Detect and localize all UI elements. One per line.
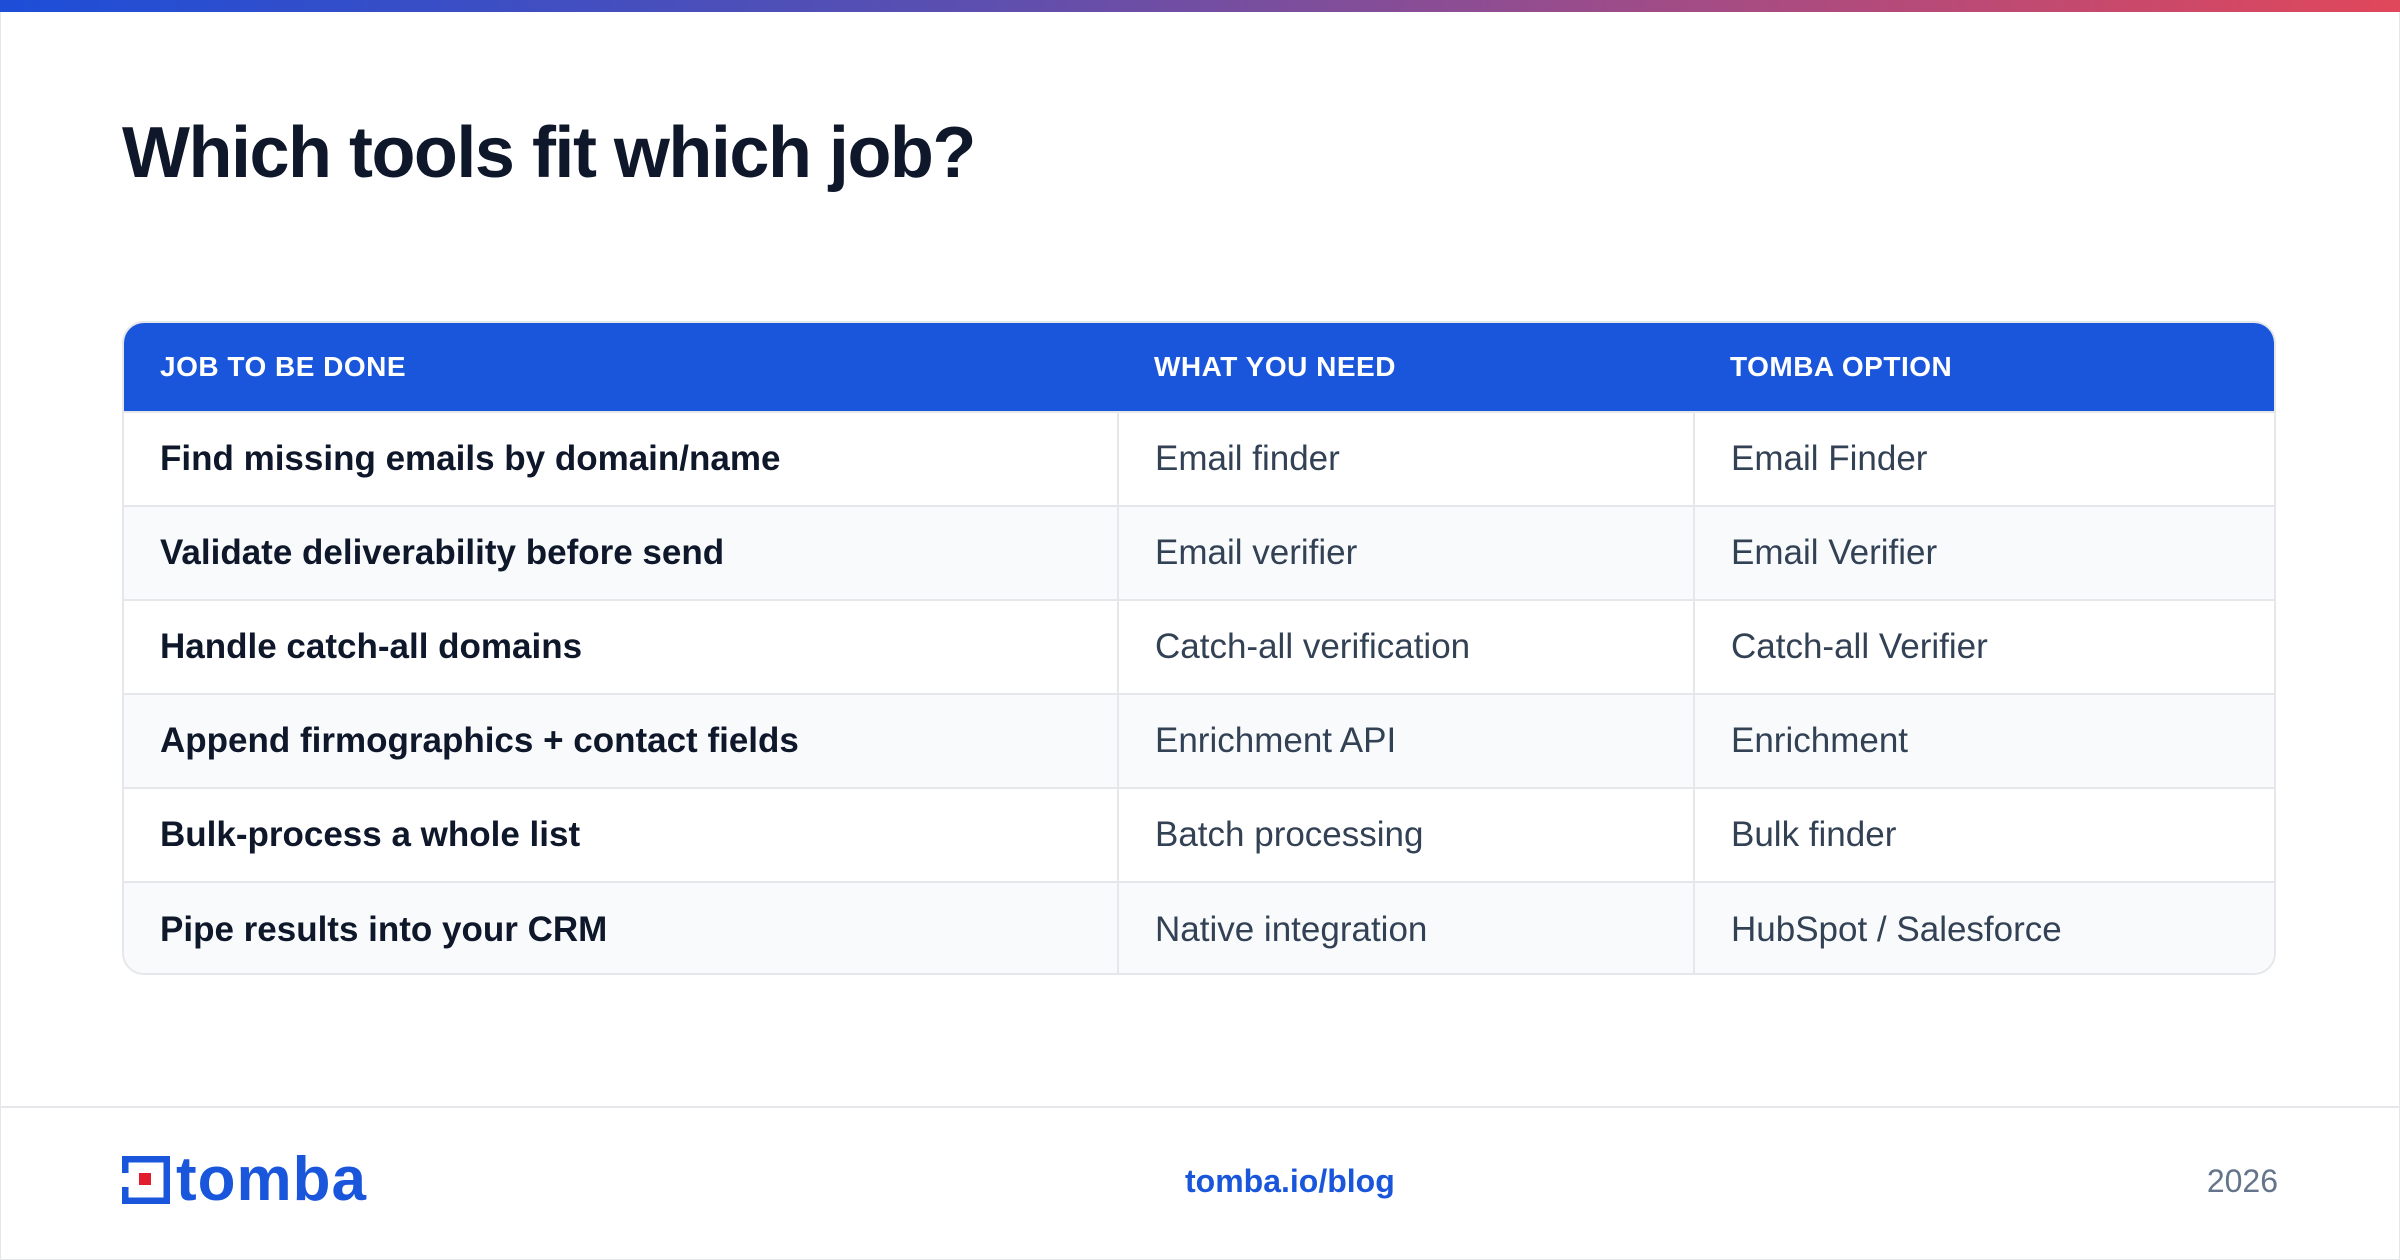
tomba-logo-icon xyxy=(122,1156,170,1204)
need-cell: Catch-all verification xyxy=(1117,600,1694,694)
job-cell: Bulk-process a whole list xyxy=(160,815,581,854)
need-cell: Batch processing xyxy=(1117,788,1694,882)
table-row: Find missing emails by domain/name Email… xyxy=(124,412,2274,506)
option-cell: Email Verifier xyxy=(1693,506,2274,600)
blog-link[interactable]: tomba.io/blog xyxy=(1185,1163,1395,1200)
header-job-to-be-done: JOB TO BE DONE xyxy=(160,351,407,382)
job-cell: Append firmographics + contact fields xyxy=(160,721,799,760)
need-cell: Email verifier xyxy=(1117,506,1694,600)
job-cell: Validate deliverability before send xyxy=(160,533,725,572)
need-cell: Email finder xyxy=(1117,412,1694,506)
option-cell: Catch-all Verifier xyxy=(1693,600,2274,694)
option-cell: Bulk finder xyxy=(1693,788,2274,882)
table-row: Pipe results into your CRM Native integr… xyxy=(124,882,2274,973)
table-row: Bulk-process a whole list Batch processi… xyxy=(124,788,2274,882)
need-cell: Native integration xyxy=(1117,882,1694,973)
table-row: Validate deliverability before send Emai… xyxy=(124,506,2274,600)
top-gradient-bar xyxy=(0,0,2400,12)
table-row: Handle catch-all domains Catch-all verif… xyxy=(124,600,2274,694)
option-cell: Enrichment xyxy=(1693,694,2274,788)
comparison-table: JOB TO BE DONE WHAT YOU NEED TOMBA OPTIO… xyxy=(124,323,2274,973)
tomba-logo[interactable]: tomba xyxy=(122,1145,367,1214)
footer-year: 2026 xyxy=(2206,1163,2278,1199)
job-cell: Pipe results into your CRM xyxy=(160,909,608,949)
page-title: Which tools fit which job? xyxy=(122,113,976,193)
table-header-row: JOB TO BE DONE WHAT YOU NEED TOMBA OPTIO… xyxy=(124,323,2274,412)
need-cell: Enrichment API xyxy=(1117,694,1694,788)
option-cell: HubSpot / Salesforce xyxy=(1693,882,2274,973)
table-row: Append firmographics + contact fields En… xyxy=(124,694,2274,788)
header-what-you-need: WHAT YOU NEED xyxy=(1154,351,1396,382)
option-cell: Email Finder xyxy=(1693,412,2274,506)
job-cell: Find missing emails by domain/name xyxy=(160,439,781,478)
logo-wordmark: tomba xyxy=(176,1145,367,1214)
job-cell: Handle catch-all domains xyxy=(160,627,583,666)
footer-divider xyxy=(0,1106,2400,1108)
comparison-table-container: JOB TO BE DONE WHAT YOU NEED TOMBA OPTIO… xyxy=(122,321,2276,975)
header-tomba-option: TOMBA OPTION xyxy=(1730,351,1953,382)
